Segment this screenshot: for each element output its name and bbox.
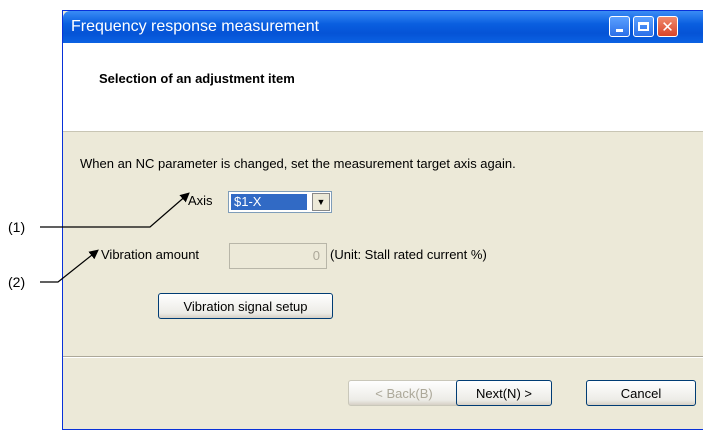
callout-1-leader	[40, 192, 190, 228]
callout-1-label: (1)	[8, 219, 26, 235]
callout-leaders	[40, 192, 190, 283]
callout-2-label: (2)	[8, 274, 26, 290]
callout-2-leader	[40, 249, 99, 283]
